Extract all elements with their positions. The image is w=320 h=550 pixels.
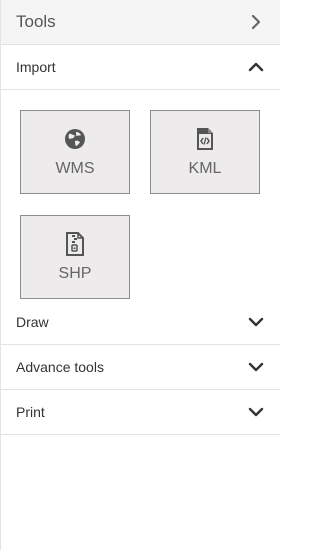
wms-button[interactable]: WMS — [20, 110, 130, 194]
chevron-down-icon[interactable] — [248, 314, 264, 330]
section-import-header[interactable]: Import — [1, 45, 280, 90]
kml-label: KML — [188, 160, 222, 177]
section-advance-tools-label: Advance tools — [16, 359, 104, 375]
tools-header[interactable]: Tools — [1, 0, 280, 45]
section-draw-header[interactable]: Draw — [1, 300, 280, 345]
tools-title: Tools — [16, 12, 56, 31]
wms-label: WMS — [55, 160, 95, 177]
chevron-down-icon[interactable] — [248, 404, 264, 420]
chevron-down-icon[interactable] — [248, 359, 264, 375]
code-file-icon — [193, 127, 217, 151]
section-import-label: Import — [16, 59, 56, 75]
chevron-up-icon[interactable] — [248, 59, 264, 75]
tools-panel: Tools Import WMS KML SHP Draw Advance to… — [0, 0, 280, 550]
section-draw-label: Draw — [16, 314, 49, 330]
kml-button[interactable]: KML — [150, 110, 260, 194]
section-advance-tools-header[interactable]: Advance tools — [1, 345, 280, 390]
section-print-label: Print — [16, 404, 45, 420]
shp-label: SHP — [58, 265, 92, 282]
shp-button[interactable]: SHP — [20, 215, 130, 299]
import-tools-grid: WMS KML SHP — [1, 90, 280, 300]
chevron-right-icon[interactable] — [248, 14, 264, 30]
zip-file-icon — [63, 232, 87, 256]
section-print-header[interactable]: Print — [1, 390, 280, 435]
globe-icon — [63, 127, 87, 151]
